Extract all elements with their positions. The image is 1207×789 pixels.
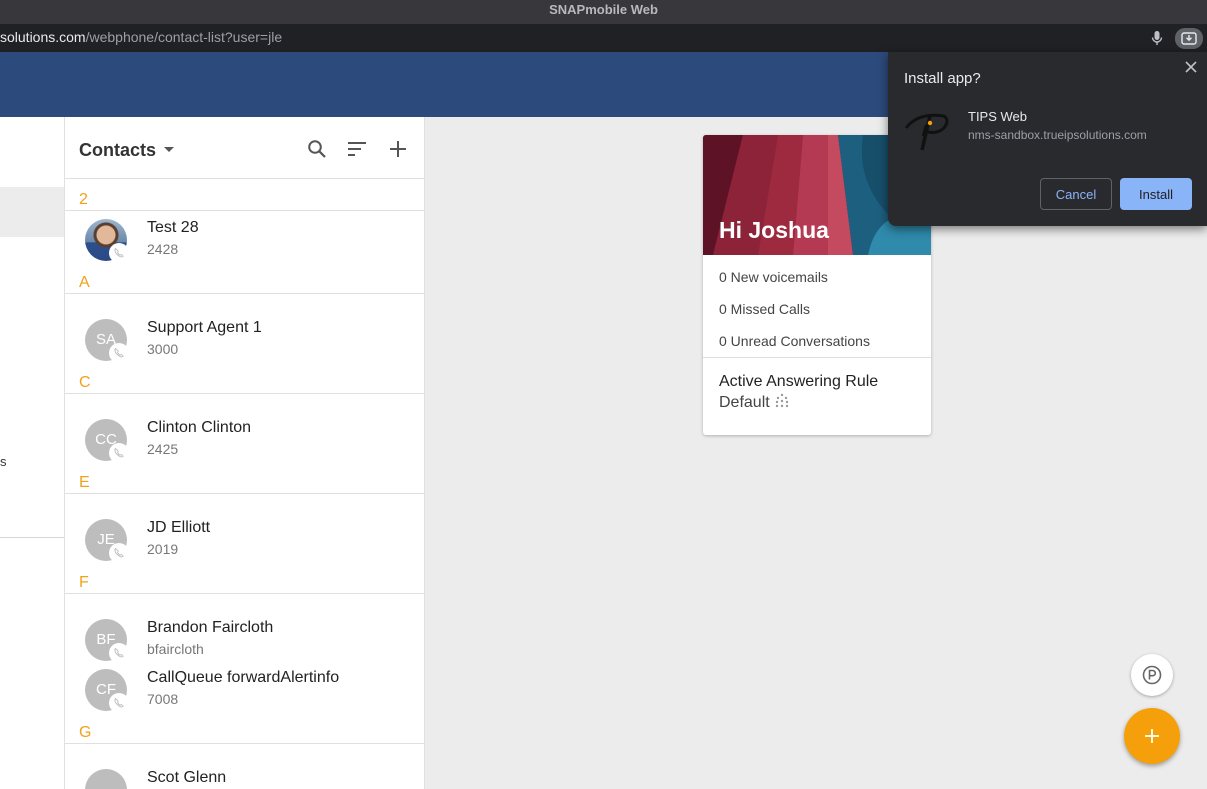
url-text[interactable]: solutions.com/webphone/contact-list?user… <box>0 29 282 45</box>
section-header: E <box>65 462 424 494</box>
phone-icon <box>114 697 124 708</box>
contact-extension: 2425 <box>147 441 179 457</box>
card-divider <box>703 357 931 358</box>
contact-extension: bfaircloth <box>147 641 204 657</box>
park-button[interactable] <box>1131 654 1173 696</box>
section-letter: F <box>79 574 89 591</box>
section-header: F <box>65 562 424 594</box>
sort-icon[interactable] <box>347 139 367 159</box>
left-navigation: s <box>0 117 65 789</box>
phone-icon <box>114 247 124 258</box>
contact-name: Scot Glenn <box>147 769 227 786</box>
install-app-dialog: Install app? TIPS Web nms-sandbox.trueip… <box>888 52 1207 226</box>
install-app-icon <box>1181 32 1197 45</box>
section-header: A <box>65 262 424 294</box>
answering-rule-title: Active Answering Rule <box>719 373 879 390</box>
phone-badge <box>109 693 129 713</box>
parking-icon <box>1142 665 1162 685</box>
section-header: 2 <box>65 179 424 211</box>
add-icon[interactable] <box>388 139 408 159</box>
install-app-button[interactable] <box>1175 28 1203 49</box>
contacts-panel: Contacts 2 Test 28 2428 A SA Support Age… <box>65 117 425 789</box>
app-domain: nms-sandbox.trueipsolutions.com <box>968 128 1147 142</box>
contact-name: Test 28 <box>147 219 199 236</box>
contact-extension: 7008 <box>147 691 179 707</box>
answering-rule-name: Default <box>719 394 770 411</box>
url-host: solutions.com <box>0 29 86 45</box>
contact-name: Clinton Clinton <box>147 419 252 436</box>
phone-badge <box>109 543 129 563</box>
app-name: TIPS Web <box>968 109 1028 124</box>
section-letter: C <box>79 374 91 391</box>
phone-icon <box>114 347 124 358</box>
contact-name: Support Agent 1 <box>147 319 262 336</box>
dialog-title: Install app? <box>904 70 981 87</box>
avatar <box>85 769 127 789</box>
nav-item-selected[interactable] <box>0 187 64 237</box>
phone-icon <box>114 647 124 658</box>
nav-divider <box>0 537 64 538</box>
cancel-button[interactable]: Cancel <box>1040 178 1112 210</box>
contact-extension: 2428 <box>147 241 179 257</box>
contact-name: Brandon Faircloth <box>147 619 274 636</box>
voicemail-count[interactable]: 0 New voicemails <box>719 269 828 285</box>
install-button[interactable]: Install <box>1120 178 1192 210</box>
app-logo-icon <box>904 113 949 151</box>
contact-name: CallQueue forwardAlertinfo <box>147 669 340 686</box>
contact-name: JD Elliott <box>147 519 211 536</box>
plus-icon <box>1145 729 1159 743</box>
contacts-title[interactable]: Contacts <box>79 140 156 161</box>
window-title: SNAPmobile Web <box>549 2 658 17</box>
greeting: Hi Joshua <box>719 217 829 243</box>
caret-down-icon[interactable] <box>164 147 174 152</box>
section-letter: G <box>79 724 92 741</box>
loading-dots-icon <box>775 393 789 408</box>
nav-item-label-clipped[interactable]: s <box>0 454 6 469</box>
close-icon[interactable] <box>1184 60 1198 74</box>
section-header: G <box>65 712 424 744</box>
unread-conversations-count[interactable]: 0 Unread Conversations <box>719 333 870 349</box>
phone-badge <box>109 343 129 363</box>
contact-row[interactable]: Scot Glenn <box>65 769 424 789</box>
phone-badge <box>109 443 129 463</box>
section-letter: E <box>79 474 90 491</box>
search-icon[interactable] <box>307 139 327 159</box>
contacts-header: Contacts <box>65 117 424 179</box>
contact-extension: 3000 <box>147 341 179 357</box>
phone-icon <box>114 447 124 458</box>
contact-extension: 2019 <box>147 541 179 557</box>
missed-calls-count[interactable]: 0 Missed Calls <box>719 301 810 317</box>
url-path: /webphone/contact-list?user=jle <box>85 29 283 45</box>
contact-row[interactable]: BF Brandon Faircloth bfaircloth <box>65 619 424 669</box>
phone-badge <box>109 243 129 263</box>
section-header: C <box>65 362 424 394</box>
section-letter: 2 <box>79 191 88 208</box>
phone-icon <box>114 547 124 558</box>
browser-address-bar[interactable]: solutions.com/webphone/contact-list?user… <box>0 24 1207 52</box>
section-letter: A <box>79 274 90 291</box>
new-action-button[interactable] <box>1124 708 1180 764</box>
microphone-icon[interactable] <box>1150 30 1164 46</box>
phone-badge <box>109 643 129 663</box>
answering-rule-value[interactable]: Default <box>719 392 790 412</box>
window-title-bar: SNAPmobile Web <box>0 0 1207 24</box>
